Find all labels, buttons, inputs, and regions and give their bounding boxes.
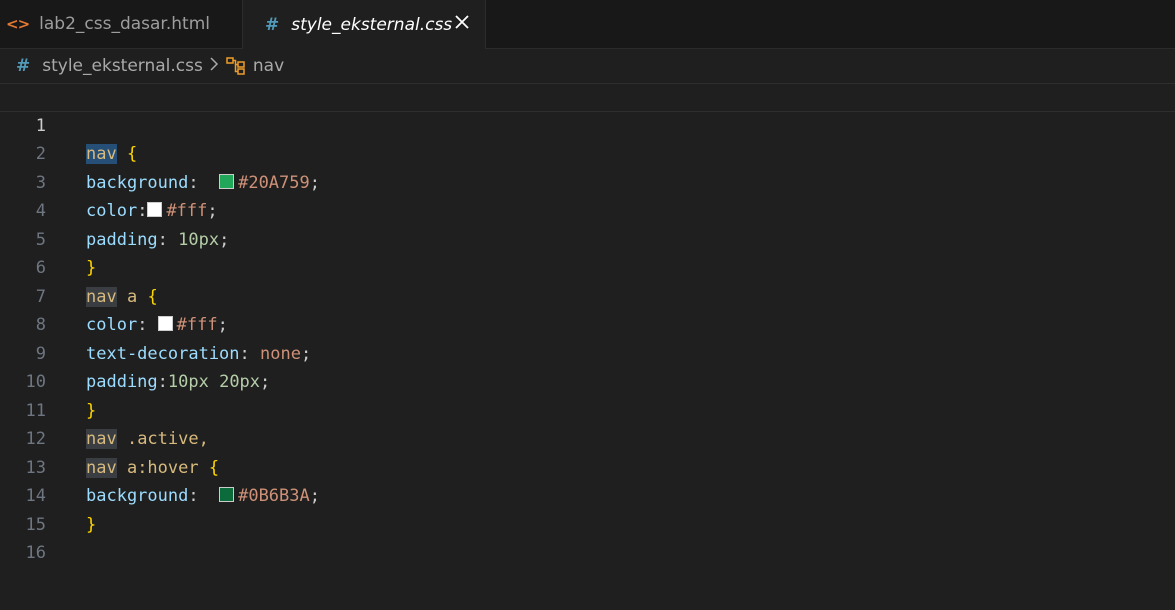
- tab-bar: <> lab2_css_dasar.html # style_eksternal…: [0, 0, 1175, 49]
- html-file-icon: <>: [6, 15, 30, 33]
- code-line[interactable]: 8 text-decoration: none;: [0, 283, 1175, 364]
- code-line[interactable]: 2 background: #20A759;: [0, 112, 1175, 193]
- chevron-right-icon: [209, 56, 219, 76]
- line-number: 16: [25, 543, 46, 563]
- code-line[interactable]: 1 nav {: [0, 83, 1175, 164]
- code-line[interactable]: 13 background: #0B6B3A;: [0, 425, 1175, 507]
- code-line[interactable]: 3 color: #fff;: [0, 140, 1175, 222]
- tab-style-eksternal-css[interactable]: # style_eksternal.css: [243, 0, 486, 49]
- code-line[interactable]: 6 nav a {: [0, 226, 1175, 307]
- code-line[interactable]: 14 }: [0, 454, 1175, 535]
- code-line[interactable]: 11 nav .active,: [0, 368, 1175, 449]
- close-icon[interactable]: [453, 13, 471, 31]
- code-line[interactable]: 5 }: [0, 197, 1175, 279]
- code-line[interactable]: 12 nav a:hover {: [0, 397, 1175, 478]
- breadcrumb-symbol[interactable]: nav: [253, 56, 284, 76]
- breadcrumb-file[interactable]: style_eksternal.css: [42, 56, 203, 76]
- code-line[interactable]: 4 padding: 10px;: [0, 169, 1175, 250]
- code-line[interactable]: 16: [0, 511, 1175, 563]
- code-line[interactable]: 15: [0, 482, 1175, 535]
- tab-label: lab2_css_dasar.html: [39, 14, 210, 34]
- code-editor[interactable]: 1 nav { 2 background: #20A759; 3 color: #…: [0, 83, 1175, 610]
- code-line[interactable]: 7 color: #fff;: [0, 254, 1175, 336]
- symbol-class-icon: [225, 56, 247, 76]
- code-line[interactable]: 10 }: [0, 340, 1175, 421]
- tab-lab2-css-dasar-html[interactable]: <> lab2_css_dasar.html: [0, 0, 243, 48]
- breadcrumb: # style_eksternal.css nav: [0, 49, 1175, 83]
- css-file-icon: #: [16, 56, 31, 76]
- code-line[interactable]: 9 padding:10px 20px;: [0, 311, 1175, 393]
- css-file-icon: #: [265, 14, 280, 35]
- tab-label: style_eksternal.css: [291, 14, 453, 35]
